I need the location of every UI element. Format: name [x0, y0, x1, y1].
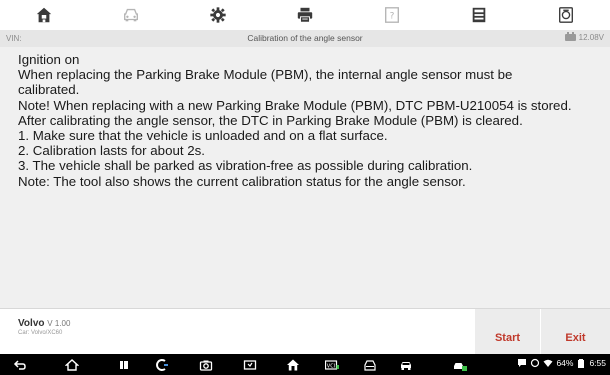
network-status	[446, 354, 474, 375]
status-bar: 64% 6:55	[517, 358, 606, 368]
vehicle-info-button[interactable]	[356, 354, 384, 375]
back-button[interactable]	[6, 354, 34, 375]
vehicle-car: Car: Volvo/XC60	[18, 330, 63, 336]
vehicle-info: Volvo V 1.00	[18, 318, 70, 329]
home-icon	[36, 7, 51, 23]
save-icon	[472, 7, 486, 23]
screenshot-button[interactable]	[192, 354, 220, 375]
recent-apps-icon	[120, 360, 128, 369]
vci-icon	[156, 358, 168, 371]
network-car-icon	[454, 362, 467, 371]
screen-record-icon	[243, 359, 257, 370]
back-icon	[13, 359, 26, 370]
help-button[interactable]: ?	[349, 0, 436, 30]
gear-icon	[210, 7, 226, 23]
screen-record-button[interactable]	[236, 354, 264, 375]
svg-text:VCI: VCI	[327, 363, 335, 369]
top-toolbar: ?	[0, 0, 610, 30]
clock: 6:55	[589, 358, 606, 368]
battery-voltage: 12.08V	[564, 32, 604, 42]
vehicle-menu-button[interactable]	[392, 354, 420, 375]
home-nav-button[interactable]	[58, 354, 86, 375]
start-button[interactable]: Start	[475, 309, 540, 355]
svg-text:?: ?	[390, 12, 395, 22]
settings-button[interactable]	[174, 0, 261, 30]
autel-home-button[interactable]	[279, 354, 307, 375]
car-icon	[401, 361, 411, 370]
battery-icon	[578, 359, 585, 368]
vehicle-button[interactable]	[87, 0, 174, 30]
camera-icon	[199, 360, 213, 371]
instruction-line: 1. Make sure that the vehicle is unloade…	[18, 128, 388, 144]
instruction-line: When replacing the Parking Brake Module …	[18, 67, 513, 83]
data-logging-icon	[559, 7, 574, 23]
info-bar: VIN: Calibration of the angle sensor 12.…	[0, 30, 610, 47]
vehicle-name: Volvo	[18, 318, 45, 329]
data-logging-button[interactable]	[523, 0, 610, 30]
chat-icon	[518, 359, 527, 367]
help-icon: ?	[385, 7, 400, 23]
instruction-line: 3. The vehicle shall be parked as vibrat…	[18, 158, 473, 174]
printer-icon	[297, 7, 313, 23]
home-icon	[287, 359, 299, 370]
recent-apps-button[interactable]	[110, 354, 138, 375]
exit-button[interactable]: Exit	[541, 309, 610, 355]
wifi-icon	[543, 359, 553, 367]
save-button[interactable]	[436, 0, 523, 30]
vci-status-icon: VCI	[325, 359, 339, 370]
car-battery-icon	[564, 32, 576, 41]
car-icon	[123, 8, 138, 22]
sync-icon	[531, 358, 540, 368]
home-button[interactable]	[0, 0, 87, 30]
vci-status-button[interactable]: VCI	[318, 354, 346, 375]
page-title: Calibration of the angle sensor	[247, 33, 363, 43]
vehicle-info-icon	[364, 359, 376, 371]
instruction-line: Ignition on	[18, 52, 80, 67]
instruction-line: After calibrating the angle sensor, the …	[18, 112, 523, 128]
vehicle-version: V 1.00	[47, 319, 71, 328]
voltage-value: 12.08V	[578, 33, 604, 42]
system-nav-bar: VCI 64% 6:55	[0, 354, 610, 375]
vci-button[interactable]	[148, 354, 176, 375]
instruction-line: Note! When replacing with a new Parking …	[18, 97, 572, 113]
instructions-text: Ignition on When replacing the Parking B…	[18, 52, 608, 189]
home-nav-icon	[65, 358, 79, 371]
footer-bar: Volvo V 1.00 Car: Volvo/XC60 Start Exit	[0, 308, 610, 355]
battery-percent: 64%	[556, 358, 574, 368]
print-button[interactable]	[261, 0, 348, 30]
instruction-line: Note: The tool also shows the current ca…	[18, 173, 466, 189]
instruction-line: 2. Calibration lasts for about 2s.	[18, 143, 205, 159]
instruction-line: calibrated.	[18, 82, 80, 98]
